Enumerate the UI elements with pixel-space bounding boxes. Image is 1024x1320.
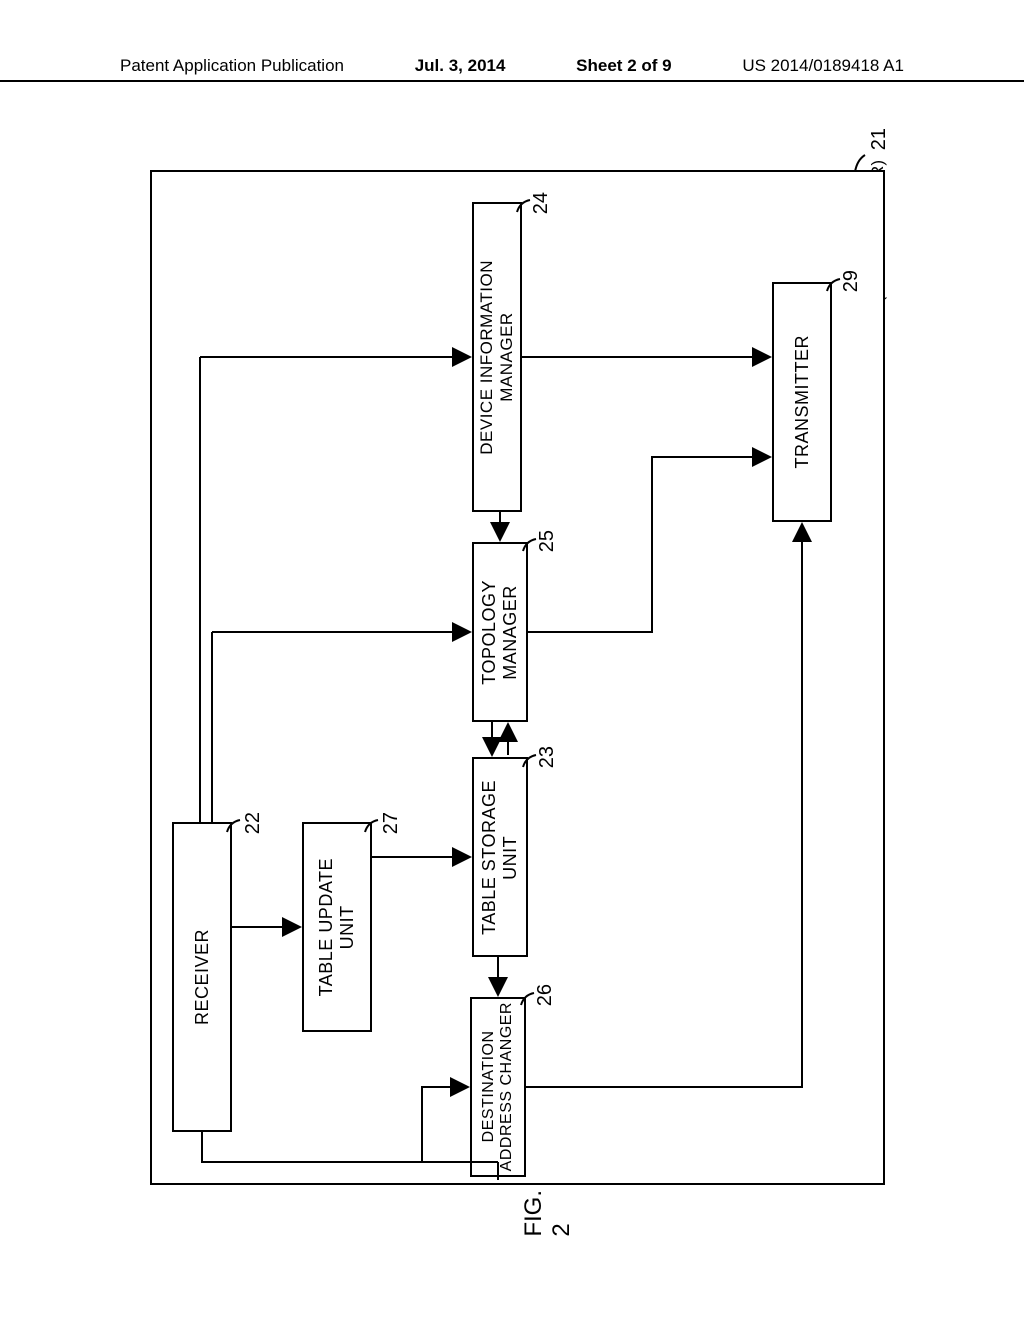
header-sheet: Sheet 2 of 9	[576, 56, 671, 76]
header-pubno: US 2014/0189418 A1	[742, 56, 904, 76]
page-header: Patent Application Publication Jul. 3, 2…	[0, 56, 1024, 82]
ref-container: 21	[868, 128, 891, 150]
arrows-layer	[152, 172, 887, 1187]
header-date: Jul. 3, 2014	[415, 56, 506, 76]
figure-caption: FIG. 2	[520, 1190, 576, 1237]
figure-area: 21 (SAS EXPANDER) RECEIVER 22 TABLE UPDA…	[120, 120, 910, 1230]
header-left: Patent Application Publication	[120, 56, 344, 76]
sas-expander-box: RECEIVER 22 TABLE UPDATE UNIT 27 DEVICE …	[150, 170, 885, 1185]
